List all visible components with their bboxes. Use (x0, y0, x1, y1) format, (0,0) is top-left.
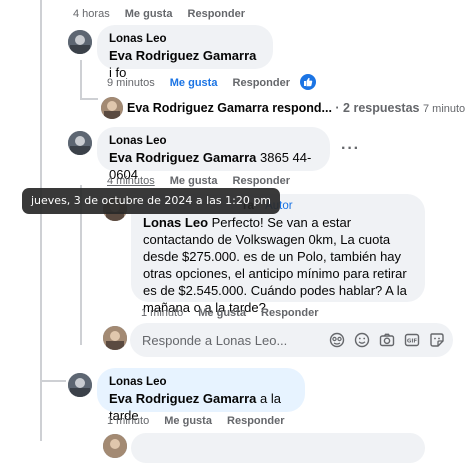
replies-summary-count: · 2 respuestas (335, 101, 420, 115)
thread-line-sub-curve (80, 98, 98, 100)
comment-bubble-3: Lonas Leo Eva Rodriguez Gamarra a la tar… (97, 368, 305, 423)
timestamp-tooltip: jueves, 3 de octubre de 2024 a las 1:20 … (22, 188, 281, 214)
avatar-lonas-leo-2[interactable] (68, 131, 92, 155)
comment3-time[interactable]: 1 minuto (107, 415, 149, 427)
thread-line-main (40, 0, 42, 441)
emoji-icon[interactable] (354, 332, 370, 348)
svg-text:GIF: GIF (407, 339, 418, 345)
reply-eva-actions: 1 minuto Me gusta Responder (141, 306, 330, 320)
reply-eva-time[interactable]: 1 minuto (141, 307, 183, 319)
comment3-actions: 1 minuto Me gusta Responder (107, 414, 296, 428)
next-reply-bubble (131, 433, 425, 463)
comment-bubble-1: Lonas Leo Eva Rodriguez Gamarra i fo (97, 25, 273, 80)
comment1-reply[interactable]: Responder (233, 77, 290, 89)
more-options-icon[interactable]: ··· (341, 140, 360, 158)
mention-link[interactable]: Eva Rodriguez Gamarra (109, 150, 256, 165)
comment2-like[interactable]: Me gusta (170, 175, 218, 187)
comment-author[interactable]: Lonas Leo (109, 32, 261, 47)
replies-summary-time: 7 minutos (422, 103, 465, 115)
comment1-time[interactable]: 9 minutos (107, 77, 155, 89)
comment3-reply[interactable]: Responder (227, 415, 284, 427)
reply-input-box[interactable]: GIF (130, 323, 453, 357)
thread-line-branch3 (40, 380, 66, 382)
top-comment-like[interactable]: Me gusta (125, 8, 173, 20)
avatar-current-user[interactable] (103, 326, 127, 350)
replies-summary-author: Eva Rodriguez Gamarra (127, 101, 269, 115)
comment1-like[interactable]: Me gusta (170, 77, 218, 89)
comment1-actions: 9 minutos Me gusta Responder (107, 76, 302, 90)
comment-author[interactable]: Lonas Leo (109, 375, 293, 390)
comment3-like[interactable]: Me gusta (164, 415, 212, 427)
replies-summary[interactable]: Eva Rodriguez Gamarra respond... · 2 res… (127, 101, 465, 117)
reply-text: Perfecto! Se van a estar contactando de … (143, 215, 407, 315)
comment2-time[interactable]: 4 minutos (107, 175, 155, 187)
comment2-actions: 4 minutos Me gusta Responder (107, 174, 302, 188)
mention-link[interactable]: Eva Rodriguez Gamarra (109, 391, 256, 406)
comment-bubble-2: Lonas Leo Eva Rodriguez Gamarra 3865 44-… (97, 127, 330, 182)
reply-input[interactable] (130, 332, 322, 348)
reply-eva-reply[interactable]: Responder (261, 307, 318, 319)
gif-icon[interactable]: GIF (404, 332, 420, 348)
comment-author[interactable]: Lonas Leo (109, 134, 318, 149)
top-comment-actions: 4 horas Me gusta Responder (73, 7, 257, 21)
mention-link[interactable]: Eva Rodriguez Gamarra (109, 48, 256, 63)
avatar-lonas-leo-3[interactable] (68, 373, 92, 397)
top-comment-reply[interactable]: Responder (188, 8, 245, 20)
avatar-lonas-leo-1[interactable] (68, 30, 92, 54)
thread-line-sub (80, 60, 82, 100)
avatar-sticker-icon[interactable] (329, 332, 345, 348)
camera-icon[interactable] (379, 332, 395, 348)
avatar-eva-rodriguez-summary[interactable] (101, 97, 123, 119)
sticker-icon[interactable] (429, 332, 445, 348)
reply-eva-like[interactable]: Me gusta (198, 307, 246, 319)
mention-link[interactable]: Lonas Leo (143, 215, 208, 230)
like-icon (300, 74, 316, 90)
comment2-reply[interactable]: Responder (233, 175, 290, 187)
top-comment-time[interactable]: 4 horas (73, 8, 110, 20)
avatar-next-reply[interactable] (103, 434, 127, 458)
replies-summary-label: respond... (272, 101, 332, 115)
